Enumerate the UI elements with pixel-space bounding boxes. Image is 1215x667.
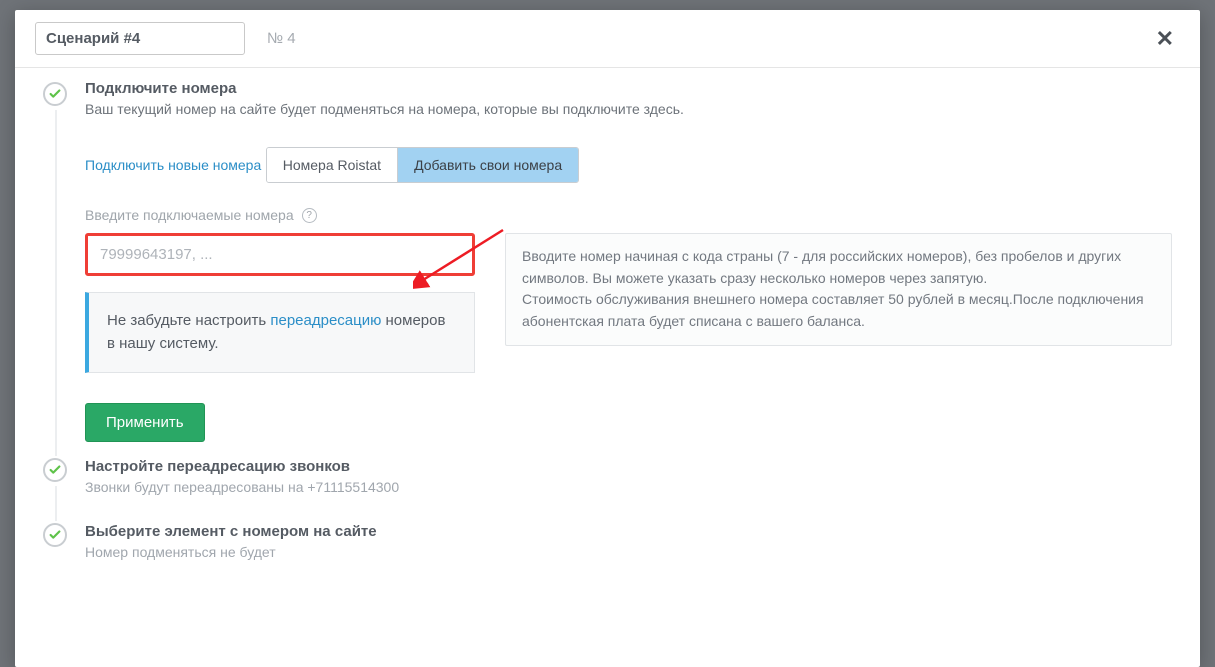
scenario-modal: № 4 ✕ Подключите номера Ваш текущий номе…: [15, 10, 1200, 667]
tab-add-own-numbers[interactable]: Добавить свои номера: [397, 148, 578, 182]
help-icon[interactable]: ?: [302, 208, 317, 223]
step1-desc: Ваш текущий номер на сайте будет подменя…: [85, 101, 1172, 117]
redirect-link[interactable]: переадресацию: [270, 312, 381, 329]
number-source-tabs: Номера Roistat Добавить свои номера: [266, 147, 579, 183]
modal-body: Подключите номера Ваш текущий номер на с…: [15, 68, 1200, 606]
scenario-number: № 4: [267, 30, 296, 47]
notice-text-1: Не забудьте настроить: [107, 312, 270, 329]
step-select-element[interactable]: Выберите элемент с номером на сайте Номе…: [43, 521, 1172, 572]
step3-title: Выберите элемент с номером на сайте: [85, 523, 1172, 540]
step3-desc: Номер подменяться не будет: [85, 544, 1172, 560]
step2-title: Настройте переадресацию звонков: [85, 458, 1172, 475]
check-icon: [43, 82, 67, 106]
step-connect-numbers: Подключите номера Ваш текущий номер на с…: [43, 80, 1172, 442]
apply-button[interactable]: Применить: [85, 403, 205, 442]
step2-desc: Звонки будут переадресованы на +71115514…: [85, 479, 1172, 495]
redirect-notice: Не забудьте настроить переадресацию номе…: [85, 292, 475, 373]
modal-header: № 4 ✕: [15, 10, 1200, 68]
phone-field-label-text: Введите подключаемые номера: [85, 207, 294, 223]
step1-title: Подключите номера: [85, 80, 1172, 97]
close-icon[interactable]: ✕: [1150, 24, 1180, 54]
phone-numbers-input[interactable]: [85, 233, 475, 276]
connect-new-numbers-link[interactable]: Подключить новые номера: [85, 157, 261, 173]
scenario-title-input[interactable]: [35, 22, 245, 55]
tab-roistat-numbers[interactable]: Номера Roistat: [267, 148, 397, 182]
check-icon: [43, 523, 67, 547]
phone-info-box: Вводите номер начиная с кода страны (7 -…: [505, 233, 1172, 346]
phone-field-label: Введите подключаемые номера ?: [85, 207, 1172, 223]
check-icon: [43, 458, 67, 482]
step-setup-redirect[interactable]: Настройте переадресацию звонков Звонки б…: [43, 456, 1172, 507]
